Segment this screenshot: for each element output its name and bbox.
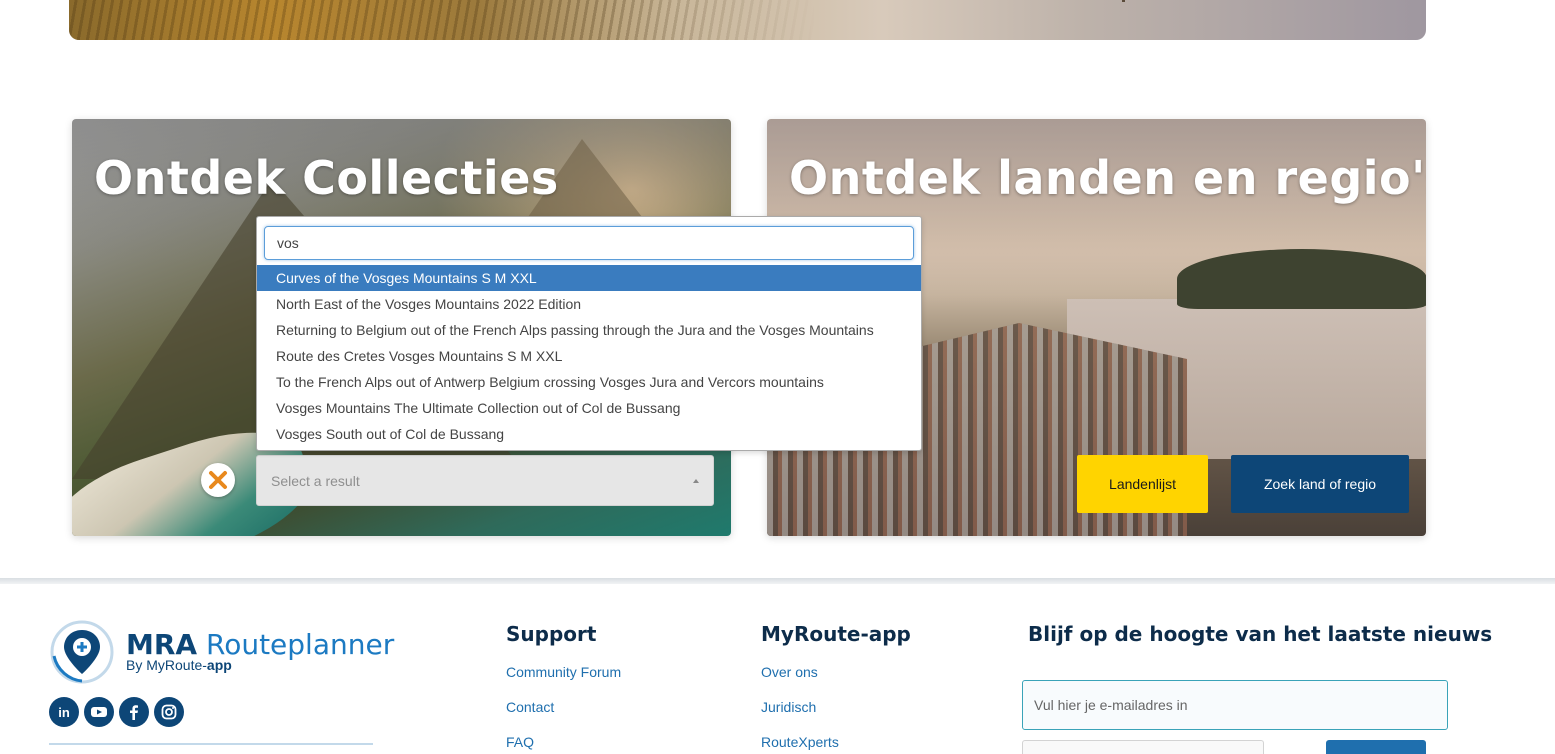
newsletter-section: Blijf op de hoogte van het laatste nieuw…	[1022, 622, 1492, 754]
hero-image	[69, 0, 1426, 40]
community-forum-link[interactable]: Community Forum	[506, 664, 621, 699]
select-placeholder: Select a result	[271, 472, 360, 489]
dropdown-result-item[interactable]: To the French Alps out of Antwerp Belgiu…	[257, 369, 921, 395]
search-region-button[interactable]: Zoek land of regio	[1231, 455, 1409, 513]
island-shape	[1177, 249, 1426, 309]
dropdown-result-item[interactable]: Route des Cretes Vosges Mountains S M XX…	[257, 343, 921, 369]
hero-image-detail	[1122, 0, 1125, 2]
footer-divider-shadow	[0, 578, 1555, 584]
contact-link[interactable]: Contact	[506, 699, 621, 734]
caret-up-icon	[693, 479, 699, 483]
clear-selection-button[interactable]	[201, 463, 235, 497]
dropdown-result-item[interactable]: Vosges Mountains The Ultimate Collection…	[257, 395, 921, 421]
facebook-icon[interactable]	[119, 697, 149, 727]
site-logo[interactable]: MRA Routeplanner By MyRoute-app	[49, 620, 394, 684]
collection-select[interactable]: Select a result	[256, 455, 714, 506]
myroute-heading: MyRoute-app	[761, 622, 911, 646]
routexperts-link[interactable]: RouteXperts	[761, 734, 911, 754]
newsletter-heading: Blijf op de hoogte van het laatste nieuw…	[1022, 622, 1492, 646]
dropdown-search-input[interactable]: vos	[264, 226, 914, 260]
country-list-button[interactable]: Landenlijst	[1077, 455, 1208, 513]
social-links: in	[49, 697, 184, 727]
collections-title: Ontdek Collecties	[94, 151, 559, 205]
dropdown-result-item[interactable]: Returning to Belgium out of the French A…	[257, 317, 921, 343]
countries-title: Ontdek landen en regio's	[789, 151, 1426, 205]
about-us-link[interactable]: Over ons	[761, 664, 911, 699]
logo-subtitle: By MyRoute-app	[126, 657, 232, 673]
linkedin-icon[interactable]: in	[49, 697, 79, 727]
faq-link[interactable]: FAQ	[506, 734, 621, 754]
dropdown-result-item[interactable]: Vosges South out of Col de Bussang	[257, 421, 921, 447]
newsletter-email-input[interactable]	[1022, 680, 1448, 730]
footer-support-column: Support Community Forum Contact FAQ	[506, 622, 621, 754]
captcha-widget[interactable]	[1022, 740, 1264, 754]
dropdown-result-item[interactable]: Curves of the Vosges Mountains S M XXL	[257, 265, 921, 291]
instagram-icon[interactable]	[154, 697, 184, 727]
logo-pin-icon	[50, 620, 114, 684]
dropdown-result-item[interactable]: North East of the Vosges Mountains 2022 …	[257, 291, 921, 317]
dropdown-results: Curves of the Vosges Mountains S M XXL No…	[257, 265, 921, 447]
collection-dropdown: vos Curves of the Vosges Mountains S M X…	[256, 216, 922, 451]
youtube-icon[interactable]	[84, 697, 114, 727]
subscribe-button[interactable]	[1326, 740, 1426, 754]
close-icon	[209, 471, 227, 489]
footer-logo-divider	[49, 743, 373, 745]
footer-myroute-column: MyRoute-app Over ons Juridisch RouteXper…	[761, 622, 911, 754]
legal-link[interactable]: Juridisch	[761, 699, 911, 734]
support-heading: Support	[506, 622, 597, 646]
